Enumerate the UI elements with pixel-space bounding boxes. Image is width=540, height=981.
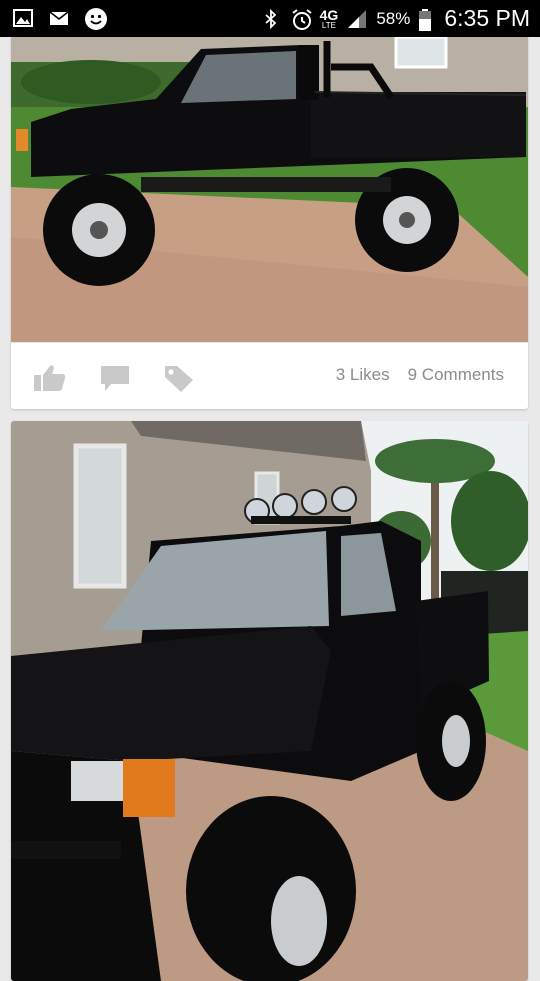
truck-front-view-photo[interactable] — [11, 421, 528, 981]
signal-icon — [346, 8, 368, 30]
battery-icon — [418, 8, 432, 31]
status-bar: 4G LTE 58% 6:35 PM — [0, 0, 540, 37]
battery-percent: 58% — [376, 8, 411, 28]
bluetooth-icon — [260, 8, 282, 30]
network-icon: 4G LTE — [319, 6, 339, 30]
comment-icon[interactable] — [99, 363, 133, 393]
post-stats: 3 Likes 9 Comments — [336, 365, 504, 385]
comments-count[interactable]: 9 Comments — [408, 365, 504, 385]
likes-count[interactable]: 3 Likes — [336, 365, 390, 385]
clock: 6:35 PM — [444, 5, 530, 31]
like-icon[interactable] — [33, 363, 67, 393]
truck-side-view-photo[interactable] — [11, 37, 528, 342]
feed-post — [11, 421, 528, 981]
system-status: 4G LTE 58% 6:35 PM — [260, 5, 530, 32]
gallery-icon — [12, 7, 34, 29]
alarm-icon — [290, 8, 312, 30]
tag-icon[interactable] — [163, 363, 197, 393]
mail-icon — [48, 7, 70, 29]
post-action-bar: 3 Likes 9 Comments — [11, 342, 528, 409]
feed-post: 3 Likes 9 Comments — [11, 37, 528, 409]
notification-icons — [12, 7, 107, 30]
emoji-icon — [84, 7, 107, 30]
